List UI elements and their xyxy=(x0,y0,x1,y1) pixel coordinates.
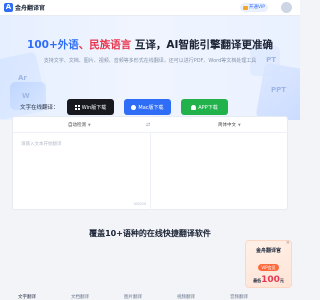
promo-title: 金舟翻译官 xyxy=(255,248,281,254)
hero-title-ethnic: 民族语言 xyxy=(89,39,132,51)
feature-tabs: 文字翻译 文档翻译 图片翻译 视频翻译 音频翻译 xyxy=(8,290,258,300)
promo-price-unit: 元 xyxy=(279,278,284,283)
tab-text-translation[interactable]: 文字翻译 xyxy=(18,290,36,300)
app-logo[interactable]: A 金舟翻译官 xyxy=(4,3,45,12)
page: A 金舟翻译官 开通VIP Ar W PPT PT 100+外语、民族语言 互译… xyxy=(0,0,300,300)
chevron-down-icon: ▼ xyxy=(88,123,91,127)
decorative-label-left: Ar xyxy=(18,74,27,82)
decorative-label-right: PPT xyxy=(270,86,286,94)
apple-icon xyxy=(131,104,137,110)
open-vip-label: 开通VIP xyxy=(248,5,265,10)
windows-download-label: Win版下载 xyxy=(81,104,107,111)
mac-download-button[interactable]: Mac版下载 xyxy=(124,99,171,115)
windows-icon xyxy=(74,104,80,110)
tab-video-translation[interactable]: 视频翻译 xyxy=(177,290,195,300)
close-icon[interactable]: × xyxy=(286,240,290,246)
source-language-label: 自动检测 xyxy=(68,123,86,128)
hero-title-foreign: 外语 xyxy=(57,39,79,51)
tab-audio-translation[interactable]: 音频翻译 xyxy=(230,290,248,300)
open-vip-button[interactable]: 开通VIP xyxy=(239,3,268,12)
promo-price-value: 100 xyxy=(261,275,280,285)
hero-title: 100+外语、民族语言 互译，AI智能引擎翻译更准确 xyxy=(0,37,300,52)
swap-languages-icon[interactable]: ⇄ xyxy=(146,122,150,128)
vip-promo-widget[interactable]: × 金舟翻译官 VIP会员 最低100元 xyxy=(245,240,292,288)
tab-image-translation[interactable]: 图片翻译 xyxy=(124,290,142,300)
app-download-label: APP下载 xyxy=(198,104,218,111)
download-buttons: Win版下载 Mac版下载 APP下载 xyxy=(67,99,228,115)
source-text-input[interactable] xyxy=(13,133,150,210)
translation-card: 自动检测 ▼ ⇄ 简体中文 ▼ 0/5000 xyxy=(12,116,289,210)
decorative-label-left-2: W xyxy=(22,92,30,100)
hero-subtitle: 支持文字、文档、图片、视频、音频等多形式在线翻译，还可以进行PDF、Word等文… xyxy=(43,58,257,64)
source-language-select[interactable]: 自动检测 ▼ xyxy=(68,122,91,128)
promo-price: 最低100元 xyxy=(246,275,291,285)
app-download-button[interactable]: APP下载 xyxy=(181,99,228,115)
top-navigation-bar: A 金舟翻译官 开通VIP xyxy=(0,0,300,16)
promo-price-prefix: 最低 xyxy=(253,278,262,283)
windows-download-button[interactable]: Win版下载 xyxy=(67,99,114,115)
source-text-pane: 0/5000 xyxy=(13,133,151,210)
character-counter: 0/5000 xyxy=(133,202,146,206)
promo-badge: VIP会员 xyxy=(258,264,279,271)
logo-text: 金舟翻译官 xyxy=(15,5,46,12)
user-avatar[interactable] xyxy=(281,2,292,13)
text-translation-title: 文字在线翻译： xyxy=(20,105,59,111)
translation-result-pane xyxy=(151,133,288,210)
hero-title-count: 100+ xyxy=(27,39,58,51)
logo-mark-icon: A xyxy=(4,3,13,12)
chevron-down-icon: ▼ xyxy=(238,123,241,127)
features-section-title: 覆盖10+语种的在线快捷翻译软件 xyxy=(89,229,211,238)
mac-download-label: Mac版下载 xyxy=(138,104,164,111)
language-bar: 自动检测 ▼ ⇄ 简体中文 ▼ xyxy=(13,117,289,133)
tab-document-translation[interactable]: 文档翻译 xyxy=(71,290,89,300)
target-language-select[interactable]: 简体中文 ▼ xyxy=(218,122,241,128)
hero-title-rest: 互译，AI智能引擎翻译更准确 xyxy=(131,39,273,51)
target-language-label: 简体中文 xyxy=(218,123,236,128)
hero-title-sep: 、 xyxy=(78,39,90,51)
crown-icon xyxy=(242,5,248,10)
android-icon xyxy=(191,104,197,110)
